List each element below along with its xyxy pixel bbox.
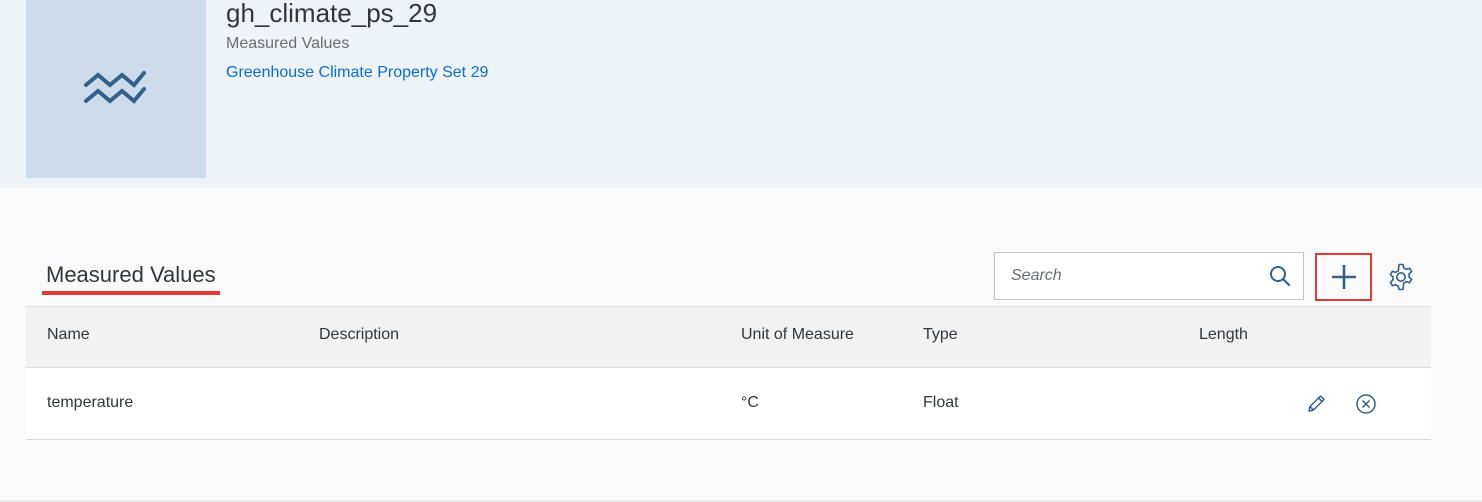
column-header-name[interactable]: Name — [47, 326, 90, 344]
table-settings-button[interactable] — [1384, 261, 1418, 293]
cell-type: Float — [923, 394, 959, 411]
measured-values-table: Name Description Unit of Measure Type Le… — [26, 306, 1431, 440]
edit-icon — [1308, 395, 1325, 412]
column-header-length[interactable]: Length — [1199, 326, 1248, 344]
page-subtitle: Measured Values — [226, 35, 350, 52]
table-row[interactable]: temperature °C Float — [26, 368, 1431, 440]
column-header-description[interactable]: Description — [319, 326, 399, 344]
delete-row-button[interactable] — [1354, 392, 1378, 416]
table-header-row: Name Description Unit of Measure Type Le… — [26, 306, 1431, 368]
column-header-unit-of-measure[interactable]: Unit of Measure — [741, 326, 854, 344]
search-icon[interactable] — [1269, 265, 1291, 287]
object-thumbnail — [26, 0, 206, 178]
gear-icon — [1389, 263, 1413, 291]
object-header: gh_climate_ps_29 Measured Values Greenho… — [0, 0, 1482, 188]
plus-icon — [1331, 265, 1356, 289]
add-measured-value-button[interactable] — [1315, 253, 1372, 301]
section-title-highlight — [42, 291, 220, 295]
search-input[interactable] — [995, 253, 1255, 299]
delete-icon — [1356, 394, 1376, 414]
search-field[interactable] — [994, 252, 1304, 300]
edit-row-button[interactable] — [1304, 392, 1328, 416]
property-set-link[interactable]: Greenhouse Climate Property Set 29 — [226, 64, 488, 82]
section-title: Measured Values — [46, 262, 216, 287]
cell-unit-of-measure: °C — [741, 394, 759, 411]
cell-name: temperature — [47, 394, 134, 411]
page-title: gh_climate_ps_29 — [226, 0, 438, 28]
measured-values-wave-icon — [84, 71, 146, 104]
column-header-type[interactable]: Type — [923, 326, 958, 344]
